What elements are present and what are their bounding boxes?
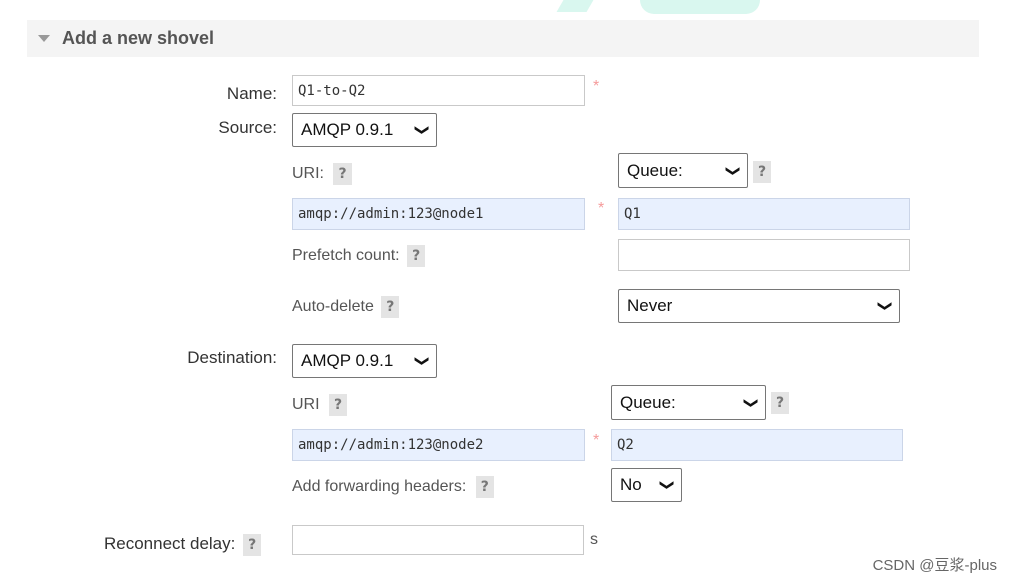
destination-type-value: Queue:	[620, 392, 676, 412]
destination-protocol-value: AMQP 0.9.1	[301, 351, 394, 370]
autodelete-label: Auto-delete ?	[292, 296, 400, 318]
reconnect-delay-input[interactable]	[292, 525, 584, 555]
destination-queue-input[interactable]	[611, 429, 903, 461]
help-icon[interactable]: ?	[407, 245, 426, 267]
prefetch-count-input[interactable]	[618, 239, 910, 271]
autodelete-value: Never	[627, 296, 673, 315]
source-protocol-value: AMQP 0.9.1	[301, 120, 394, 139]
watermark: CSDN @豆浆-plus	[872, 557, 997, 574]
fwd-headers-select[interactable]: No ❯	[611, 468, 682, 502]
help-icon[interactable]: ?	[475, 476, 494, 498]
name-input[interactable]	[292, 75, 585, 106]
destination-uri-input[interactable]	[292, 429, 585, 461]
collapse-triangle-icon[interactable]	[38, 35, 50, 42]
source-type-select[interactable]: Queue: ❯	[618, 153, 748, 188]
fwd-headers-value: No	[620, 475, 642, 494]
help-icon[interactable]: ?	[333, 163, 352, 185]
help-icon[interactable]: ?	[329, 394, 348, 416]
source-uri-input[interactable]	[292, 198, 585, 230]
background-decoration	[640, 0, 760, 14]
required-marker: *	[598, 200, 605, 217]
source-queue-input[interactable]	[618, 198, 910, 230]
autodelete-label-text: Auto-delete	[292, 298, 374, 315]
chevron-down-icon: ❯	[414, 124, 431, 136]
destination-label: Destination:	[187, 348, 277, 367]
help-icon[interactable]: ?	[771, 392, 790, 414]
destination-uri-label: URI ?	[292, 394, 348, 416]
help-icon[interactable]: ?	[243, 534, 262, 556]
reconnect-unit: s	[590, 531, 598, 548]
autodelete-select[interactable]: Never ❯	[618, 289, 900, 323]
chevron-down-icon: ❯	[414, 355, 431, 367]
destination-type-select[interactable]: Queue: ❯	[611, 385, 766, 420]
reconnect-delay-label-text: Reconnect delay:	[104, 534, 236, 553]
section-header[interactable]: Add a new shovel	[27, 20, 979, 57]
fwd-headers-label: Add forwarding headers: ?	[292, 476, 494, 498]
chevron-down-icon: ❯	[743, 396, 760, 409]
source-uri-label-text: URI:	[292, 165, 324, 182]
source-label: Source:	[218, 118, 277, 137]
prefetch-label-text: Prefetch count:	[292, 247, 400, 264]
chevron-down-icon: ❯	[877, 300, 894, 312]
help-icon[interactable]: ?	[381, 296, 400, 318]
required-marker: *	[593, 78, 600, 95]
fwd-headers-label-text: Add forwarding headers:	[292, 478, 467, 495]
background-decoration	[556, 0, 594, 12]
source-uri-label: URI: ?	[292, 163, 352, 185]
name-label: Name:	[226, 84, 277, 103]
reconnect-delay-label: Reconnect delay: ?	[104, 534, 262, 556]
help-icon[interactable]: ?	[753, 161, 772, 183]
required-marker: *	[593, 432, 600, 449]
chevron-down-icon: ❯	[725, 164, 742, 177]
chevron-down-icon: ❯	[659, 479, 676, 491]
source-type-value: Queue:	[627, 160, 683, 180]
destination-protocol-select[interactable]: AMQP 0.9.1 ❯	[292, 344, 437, 378]
source-protocol-select[interactable]: AMQP 0.9.1 ❯	[292, 113, 437, 147]
destination-uri-label-text: URI	[292, 396, 320, 413]
section-title: Add a new shovel	[62, 28, 215, 48]
prefetch-label: Prefetch count: ?	[292, 245, 426, 267]
